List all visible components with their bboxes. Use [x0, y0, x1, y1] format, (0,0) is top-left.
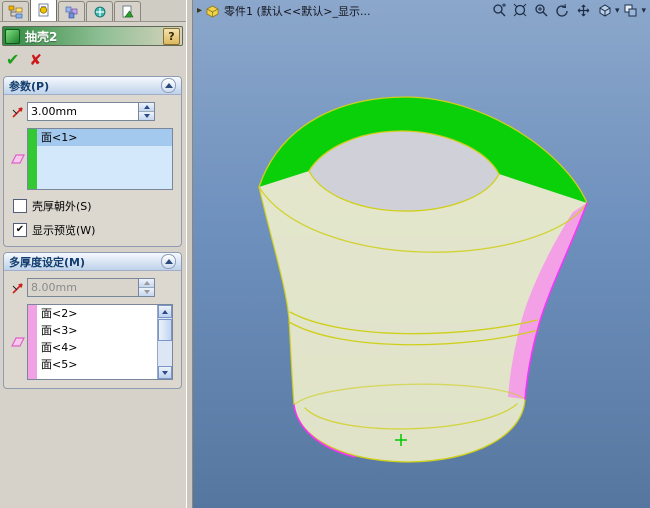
- feature-title-bar: 抽壳2 ?: [2, 26, 183, 46]
- thickness-decrease-button[interactable]: [139, 112, 154, 120]
- panel-splitter[interactable]: [186, 0, 193, 508]
- view-orientation-icon[interactable]: [622, 3, 640, 19]
- model-canvas[interactable]: [193, 0, 650, 508]
- property-manager-panel: 抽壳2 ? ✔ ✘ 参数(P) 3.00mm 面<1> 壳厚朝外(S) ✔ 显示…: [0, 0, 186, 508]
- propertymanager-tab[interactable]: [30, 0, 57, 21]
- collapse-chevron-icon: [161, 254, 176, 269]
- scroll-up-button[interactable]: [158, 305, 172, 318]
- thickness-increase-button[interactable]: [139, 103, 154, 112]
- zoom-area-icon[interactable]: [491, 3, 509, 19]
- multi-thickness-faces-listbox[interactable]: 面<2> 面<3> 面<4> 面<5>: [27, 304, 173, 380]
- displaymanager-tab[interactable]: [114, 1, 141, 21]
- flyout-featuremanager-icon[interactable]: ▸: [197, 5, 202, 16]
- featuremanager-tree-icon: [8, 5, 22, 18]
- cancel-button[interactable]: ✘: [29, 52, 42, 68]
- view-orientation-caret-icon[interactable]: ▾: [641, 6, 646, 16]
- multi-thickness-input: [28, 279, 138, 296]
- checkbox-label: 壳厚朝外(S): [32, 200, 92, 213]
- face-select-icon: [9, 150, 27, 168]
- thickness-dimension-icon: [9, 103, 27, 121]
- display-style-caret-icon[interactable]: ▾: [615, 6, 620, 16]
- collapse-chevron-icon: [161, 78, 176, 93]
- displaymanager-icon: [122, 5, 134, 17]
- face-list-item[interactable]: 面<5>: [37, 356, 158, 373]
- dimxpertmanager-icon: [94, 6, 105, 17]
- face-list-item[interactable]: 面<4>: [37, 339, 158, 356]
- multi-thickness-header-label: 多厚度设定(M): [9, 255, 86, 269]
- part-document-icon: [206, 5, 219, 17]
- shell-thickness-input[interactable]: [28, 103, 138, 120]
- face-select-icon: [9, 333, 27, 351]
- rotate-view-icon[interactable]: [554, 3, 572, 19]
- faces-to-remove-listbox[interactable]: 面<1>: [27, 128, 173, 190]
- configurationmanager-tab[interactable]: [58, 1, 85, 21]
- parameters-header-label: 参数(P): [9, 79, 50, 93]
- checkbox-box: ✔: [13, 223, 27, 237]
- configurationmanager-icon: [65, 6, 77, 18]
- solidworks-window: 抽壳2 ? ✔ ✘ 参数(P) 3.00mm 面<1> 壳厚朝外(S) ✔ 显示…: [0, 0, 650, 508]
- shell-feature-icon: [5, 28, 20, 44]
- multi-thickness-decrease-button: [139, 288, 154, 296]
- scroll-down-button[interactable]: [158, 366, 172, 379]
- face-list-item[interactable]: 面<2>: [37, 305, 158, 322]
- feature-title: 抽壳2: [25, 29, 58, 44]
- help-button[interactable]: ?: [163, 27, 180, 45]
- face-list-item[interactable]: 面<1>: [37, 129, 172, 146]
- scroll-track[interactable]: [158, 342, 172, 366]
- multi-thickness-increase-button: [139, 279, 154, 288]
- checkbox-label: 显示预览(W): [32, 224, 96, 237]
- multi-thickness-color-bar: [28, 305, 37, 379]
- zoom-fit-icon[interactable]: [512, 3, 530, 19]
- viewport-header: ▸ 零件1 (默认<<默认>_显示... ▾ ▾: [197, 2, 646, 19]
- multi-thickness-group: 多厚度设定(M) 8.00mm 面<2> 面<3> 面<4> 面<5>: [3, 252, 182, 389]
- view-toolbar: ▾ ▾: [491, 3, 646, 19]
- parameters-group-header[interactable]: 参数(P): [4, 77, 181, 95]
- pan-view-icon[interactable]: [575, 3, 593, 19]
- confirm-bar: ✔ ✘: [6, 50, 42, 70]
- featuremanager-tree-tab[interactable]: [2, 1, 29, 21]
- manager-tab-strip: [0, 0, 186, 22]
- zoom-in-out-icon[interactable]: [533, 3, 551, 19]
- parameters-group: 参数(P) 3.00mm 面<1> 壳厚朝外(S) ✔ 显示预览(W): [3, 76, 182, 247]
- checkbox-box: [13, 199, 27, 213]
- document-title: 零件1 (默认<<默认>_显示...: [224, 4, 371, 18]
- scroll-thumb[interactable]: [158, 319, 172, 341]
- multi-thickness-spinbox: [27, 278, 155, 297]
- shell-thickness-spinbox: [27, 102, 155, 121]
- graphics-area[interactable]: ▸ 零件1 (默认<<默认>_显示... ▾ ▾: [193, 0, 650, 508]
- ok-button[interactable]: ✔: [6, 52, 19, 68]
- propertymanager-icon: [38, 3, 48, 17]
- dimxpertmanager-tab[interactable]: [86, 1, 113, 21]
- show-preview-checkbox[interactable]: ✔ 显示预览(W): [13, 222, 176, 238]
- selection-color-bar: [28, 129, 37, 189]
- multi-thickness-group-header[interactable]: 多厚度设定(M): [4, 253, 181, 271]
- display-style-icon[interactable]: [596, 3, 614, 19]
- face-list-item[interactable]: 面<3>: [37, 322, 158, 339]
- shell-outward-checkbox[interactable]: 壳厚朝外(S): [13, 198, 176, 214]
- thickness-dimension-icon: [9, 279, 27, 297]
- face-list-scrollbar: [157, 305, 172, 379]
